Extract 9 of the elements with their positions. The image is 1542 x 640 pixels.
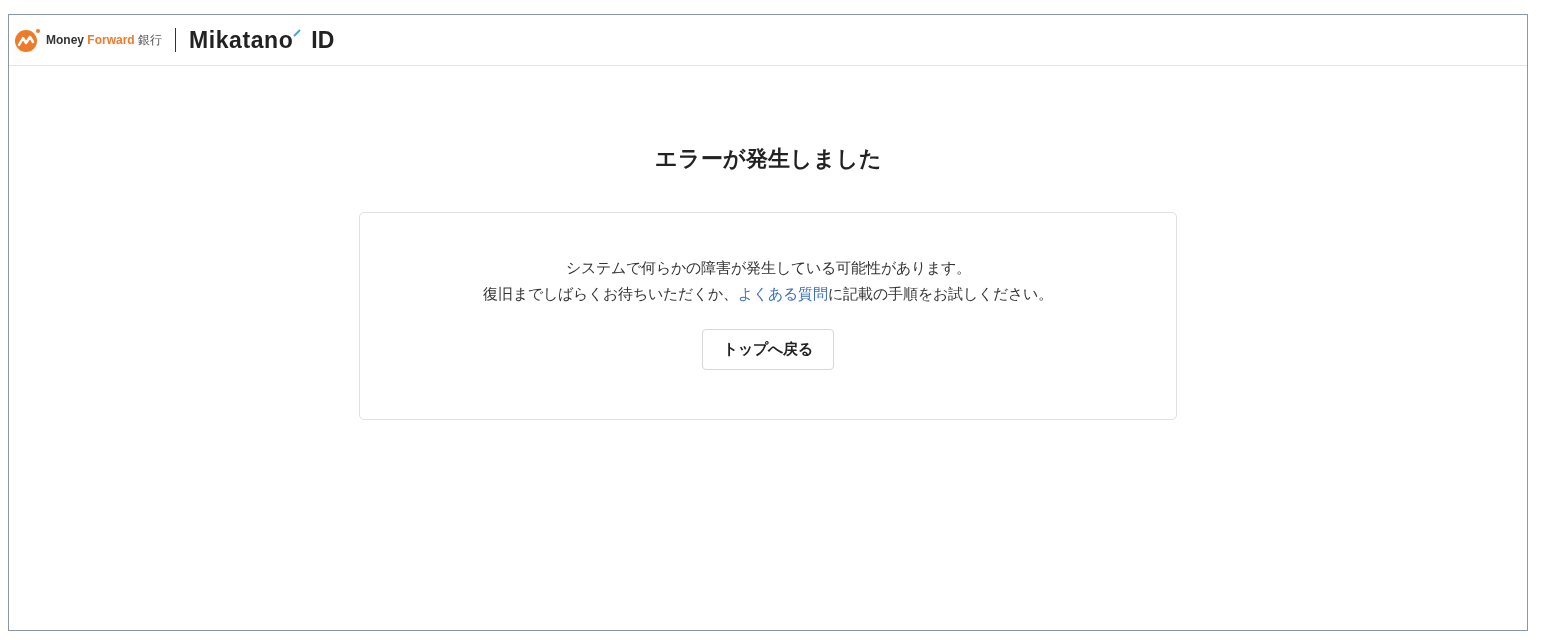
- faq-link[interactable]: よくある質問: [738, 285, 828, 302]
- page-title: エラーが発生しました: [654, 145, 882, 173]
- logo-icon: [13, 28, 41, 52]
- logo-text: Money Forward 銀行: [46, 32, 163, 49]
- back-to-top-button[interactable]: トップへ戻る: [702, 329, 834, 370]
- error-message: システムで何らかの障害が発生している可能性があります。 復旧までしばらくお待ちいただくか、よくある質問に記載の手順をお試しください。: [483, 258, 1053, 304]
- product-suffix: ID: [311, 25, 335, 55]
- product-name: Mikatano: [189, 25, 294, 55]
- accent-icon: [293, 29, 302, 37]
